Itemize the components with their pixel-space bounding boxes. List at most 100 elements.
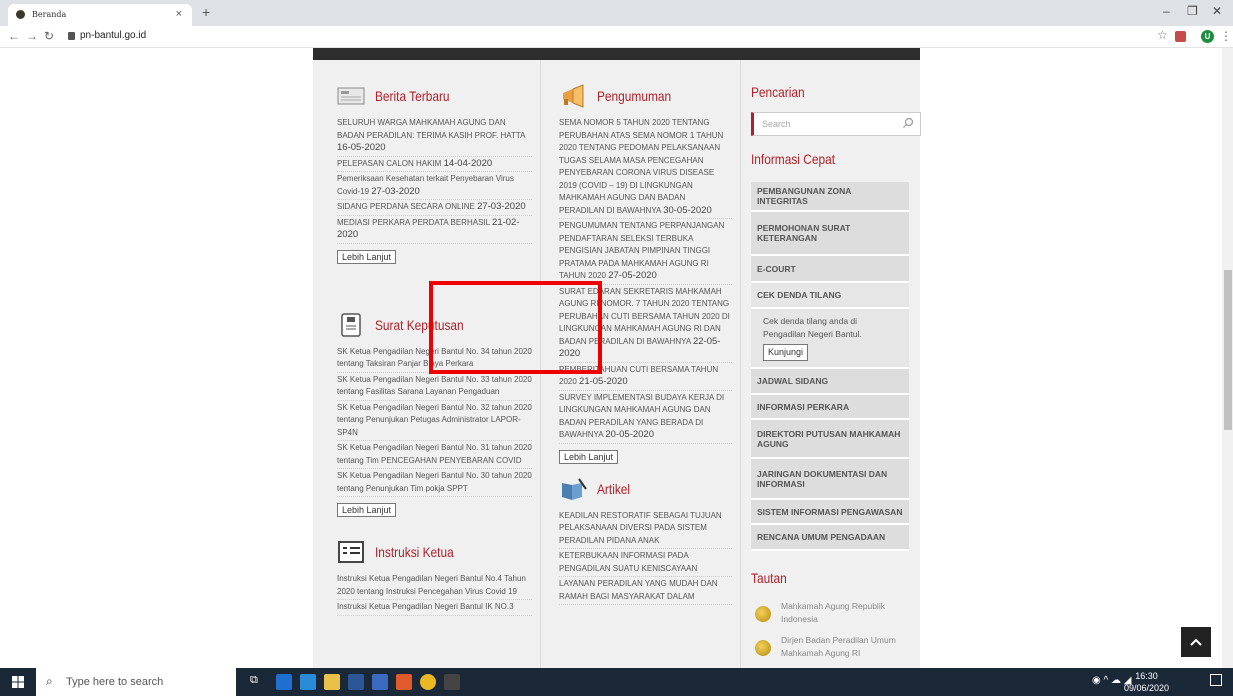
- list-item[interactable]: KEADILAN RESTORATIF SEBAGAI TUJUAN PELAK…: [559, 509, 732, 549]
- list-item[interactable]: PENGUMUMAN TENTANG PERPANJANGAN PENDAFTA…: [559, 219, 732, 285]
- list-item[interactable]: MEDIASI PERKARA PERDATA BERHASIL 21-02-2…: [337, 216, 532, 244]
- kunjungi-button[interactable]: Kunjungi: [763, 344, 809, 361]
- list-item-date: 21-05-2020: [579, 376, 628, 387]
- tautan-item[interactable]: Mahkamah Agung Republik Indonesia: [755, 600, 905, 626]
- list-item-text[interactable]: SIDANG PERDANA SECARA ONLINE: [337, 202, 475, 211]
- scrollbar-thumb[interactable]: [1224, 270, 1232, 430]
- list-item-text[interactable]: SK Ketua Pengadilan Negeri Bantul No. 32…: [337, 403, 532, 437]
- word-icon[interactable]: [348, 674, 364, 690]
- notification-icon[interactable]: [1210, 674, 1222, 686]
- list-item-text[interactable]: SEMA NOMOR 5 TAHUN 2020 TENTANG PERUBAHA…: [559, 118, 723, 215]
- article-pen-icon: [562, 477, 587, 500]
- clock-date: 09/06/2020: [1124, 683, 1170, 693]
- calendar-app-icon[interactable]: [444, 674, 460, 690]
- list-item[interactable]: KETERBUKAAN INFORMASI PADA PENGADILAN SU…: [559, 549, 732, 577]
- info-item-e-court[interactable]: E-COURT: [751, 256, 909, 283]
- list-item-text[interactable]: SK Ketua Pengadilan Negeri Bantul No. 33…: [337, 375, 532, 397]
- search-icon[interactable]: [902, 117, 914, 129]
- megaphone-icon: [563, 84, 584, 108]
- info-item-cek-denda-tilang[interactable]: CEK DENDA TILANG: [751, 283, 909, 309]
- instruksi-list: Instruksi Ketua Pengadilan Negeri Bantul…: [337, 572, 532, 616]
- list-item[interactable]: LAYANAN PERADILAN YANG MUDAH DAN RAMAH B…: [559, 577, 732, 605]
- list-item[interactable]: Instruksi Ketua Pengadilan Negeri Bantul…: [337, 600, 532, 616]
- instruksi-heading: Instruksi Ketua: [337, 532, 532, 572]
- list-item-text[interactable]: KETERBUKAAN INFORMASI PADA PENGADILAN SU…: [559, 551, 697, 573]
- bookmark-star-icon[interactable]: ☆: [1157, 28, 1168, 42]
- info-item-rencana-pengadaan[interactable]: RENCANA UMUM PENGADAAN: [751, 525, 909, 551]
- clock-time: 16:30: [1135, 671, 1158, 681]
- extension-icon[interactable]: [1175, 31, 1186, 42]
- search-input[interactable]: Search: [762, 119, 791, 129]
- close-window-icon[interactable]: ✕: [1212, 4, 1222, 18]
- search-box[interactable]: Search: [751, 112, 921, 136]
- info-item-jadwal-sidang[interactable]: JADWAL SIDANG: [751, 369, 909, 395]
- list-item[interactable]: SK Ketua Pengadilan Negeri Bantul No. 31…: [337, 441, 532, 469]
- badilum-logo-icon: [755, 640, 771, 656]
- document-icon: [341, 312, 361, 337]
- edge-icon[interactable]: [276, 674, 292, 690]
- list-item[interactable]: Instruksi Ketua Pengadilan Negeri Bantul…: [337, 572, 532, 600]
- forward-icon[interactable]: →: [26, 29, 38, 43]
- list-item[interactable]: SIDANG PERDANA SECARA ONLINE 27-03-2020: [337, 200, 532, 216]
- new-tab-button[interactable]: +: [202, 4, 210, 20]
- chrome-icon[interactable]: [420, 674, 436, 690]
- tautan-label[interactable]: Mahkamah Agung Republik Indonesia: [781, 600, 905, 626]
- tab-close-button[interactable]: ×: [176, 8, 182, 20]
- newspaper-icon: [337, 87, 365, 105]
- windows-start-icon[interactable]: [12, 676, 24, 688]
- restore-icon[interactable]: ❐: [1187, 4, 1198, 18]
- list-item-text[interactable]: SK Ketua Pengadilan Negeri Bantul No. 30…: [337, 471, 532, 493]
- list-item-text[interactable]: MEDIASI PERKARA PERDATA BERHASIL: [337, 218, 490, 227]
- list-item-text[interactable]: KEADILAN RESTORATIF SEBAGAI TUJUAN PELAK…: [559, 511, 722, 545]
- search-icon: ⌕: [46, 674, 53, 688]
- tab-title: Beranda: [32, 10, 67, 19]
- file-explorer-icon[interactable]: [324, 674, 340, 690]
- berita-more-button[interactable]: Lebih Lanjut: [337, 249, 397, 264]
- list-item[interactable]: Pemeriksaan Kesehatan terkait Penyebaran…: [337, 172, 532, 200]
- list-item[interactable]: SK Ketua Pengadilan Negeri Bantul No. 30…: [337, 469, 532, 497]
- info-item-sistem-pengawasan[interactable]: SISTEM INFORMASI PENGAWASAN: [751, 500, 909, 525]
- info-item-jaringan-dokumentasi[interactable]: JARINGAN DOKUMENTASI DAN INFORMASI: [751, 459, 909, 500]
- list-item-text[interactable]: Instruksi Ketua Pengadilan Negeri Bantul…: [337, 574, 526, 596]
- info-item-surat-keterangan[interactable]: PERMOHONAN SURAT KETERANGAN: [751, 212, 909, 256]
- info-item-direktori-putusan[interactable]: DIREKTORI PUTUSAN MAHKAMAH AGUNG: [751, 420, 909, 459]
- minimize-icon[interactable]: –: [1163, 4, 1170, 18]
- taskbar-search[interactable]: ⌕ Type here to search: [36, 668, 236, 696]
- store-icon[interactable]: [300, 674, 316, 690]
- pengumuman-more-button[interactable]: Lebih Lanjut: [559, 449, 619, 464]
- url-field[interactable]: pn-bantul.go.id: [80, 30, 146, 41]
- page-viewport: Berita Terbaru SELURUH WARGA MAHKAMAH AG…: [0, 48, 1233, 668]
- taskbar-search-input[interactable]: Type here to search: [66, 676, 163, 688]
- profile-avatar[interactable]: U: [1201, 30, 1214, 43]
- info-item-informasi-perkara[interactable]: INFORMASI PERKARA: [751, 395, 909, 420]
- list-item-text[interactable]: SELURUH WARGA MAHKAMAH AGUNG DAN BADAN P…: [337, 118, 525, 140]
- clock[interactable]: 16:30 09/06/2020: [1124, 670, 1169, 694]
- list-item-text[interactable]: SK Ketua Pengadilan Negeri Bantul No. 31…: [337, 443, 532, 465]
- list-item[interactable]: SK Ketua Pengadilan Negeri Bantul No. 33…: [337, 373, 532, 401]
- list-item[interactable]: PELEPASAN CALON HAKIM 14-04-2020: [337, 157, 532, 172]
- surat-more-button[interactable]: Lebih Lanjut: [337, 503, 397, 517]
- list-item[interactable]: SEMA NOMOR 5 TAHUN 2020 TENTANG PERUBAHA…: [559, 116, 732, 219]
- list-item-text[interactable]: Pemeriksaan Kesehatan terkait Penyebaran…: [337, 174, 514, 196]
- back-to-top-button[interactable]: [1181, 627, 1211, 657]
- list-item[interactable]: SURVEY IMPLEMENTASI BUDAYA KERJA DI LING…: [559, 391, 732, 444]
- task-view-icon[interactable]: ⧉: [250, 674, 266, 690]
- back-icon[interactable]: ←: [8, 29, 20, 43]
- list-item-text[interactable]: PELEPASAN CALON HAKIM: [337, 159, 441, 168]
- tautan-label[interactable]: Dirjen Badan Peradilan Umum Mahkamah Agu…: [781, 634, 905, 660]
- list-item-text[interactable]: LAYANAN PERADILAN YANG MUDAH DAN RAMAH B…: [559, 579, 718, 601]
- paint-icon[interactable]: [396, 674, 412, 690]
- pengumuman-title: Pengumuman: [597, 88, 672, 104]
- tautan-item[interactable]: Dirjen Badan Peradilan Umum Mahkamah Agu…: [755, 634, 905, 660]
- berita-heading: Berita Terbaru: [337, 76, 532, 116]
- list-item[interactable]: SK Ketua Pengadilan Negeri Bantul No. 32…: [337, 401, 532, 441]
- taskbar-app-icon[interactable]: [372, 674, 388, 690]
- mahkamah-agung-logo-icon: [755, 606, 771, 622]
- menu-kebab-icon[interactable]: ⋮: [1220, 29, 1232, 43]
- list-item-text[interactable]: Instruksi Ketua Pengadilan Negeri Bantul…: [337, 602, 514, 611]
- reload-icon[interactable]: ↻: [44, 29, 54, 43]
- browser-tab[interactable]: Beranda ×: [8, 4, 192, 26]
- info-item-zona-integritas[interactable]: PEMBANGUNAN ZONA INTEGRITAS: [751, 182, 909, 212]
- list-item[interactable]: SELURUH WARGA MAHKAMAH AGUNG DAN BADAN P…: [337, 116, 532, 157]
- pengumuman-list: SEMA NOMOR 5 TAHUN 2020 TENTANG PERUBAHA…: [559, 116, 732, 444]
